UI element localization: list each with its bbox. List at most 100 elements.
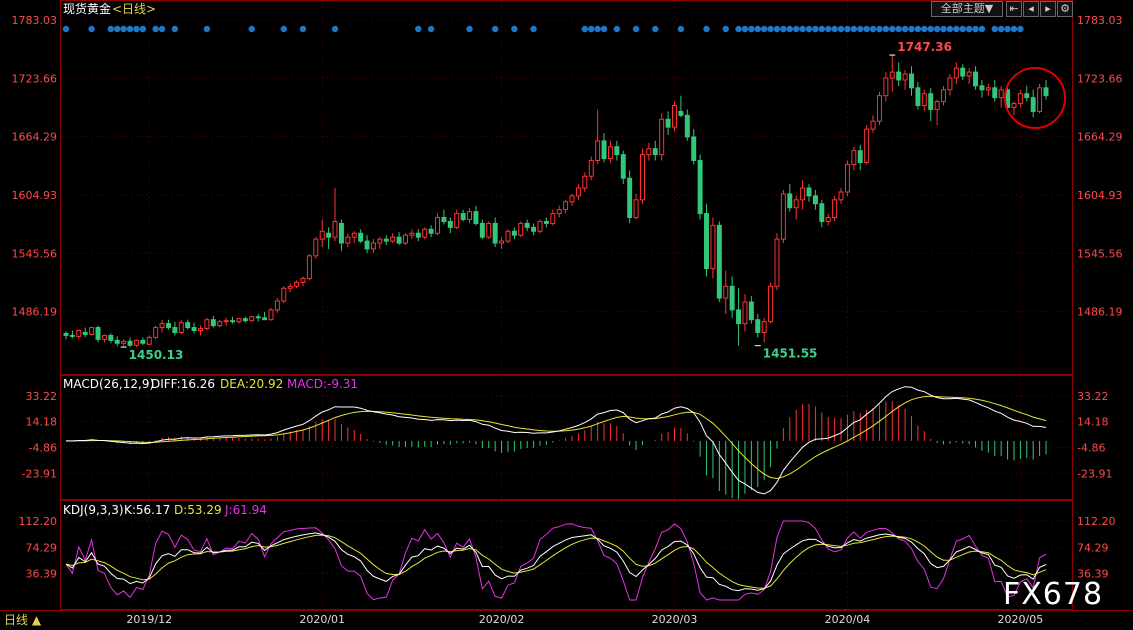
candle-up xyxy=(659,118,665,156)
event-dot xyxy=(1004,25,1011,33)
candle-down xyxy=(524,222,530,228)
price-tick-label-left: 1545.56 xyxy=(12,247,58,260)
candle-up xyxy=(793,199,799,209)
event-dot xyxy=(1010,25,1018,33)
first-page-icon[interactable]: ⇤ xyxy=(1006,1,1022,17)
candle-up xyxy=(178,322,184,333)
candle-down xyxy=(460,213,466,220)
x-tick-label: 2020/02 xyxy=(479,613,525,626)
candle-up xyxy=(467,211,473,220)
candle-up xyxy=(838,191,844,201)
candle-down xyxy=(992,87,998,99)
event-dot xyxy=(857,25,864,33)
candle-up xyxy=(742,301,748,325)
candle-up xyxy=(274,300,280,311)
footer-period-tab[interactable]: 日线 ▲ xyxy=(4,613,42,627)
event-dot xyxy=(427,25,435,33)
event-dot xyxy=(581,25,589,33)
candle-down xyxy=(857,150,863,163)
candle-up xyxy=(422,228,428,238)
price-tick-label-left: 1723.66 xyxy=(12,72,58,85)
kdj-plot xyxy=(65,520,1047,601)
event-dot xyxy=(748,25,755,33)
candle-up xyxy=(563,201,569,211)
candle-up xyxy=(281,287,287,302)
candle-down xyxy=(479,222,485,238)
settings-icon[interactable]: ⚙ xyxy=(1057,1,1073,17)
price-panel-frame xyxy=(60,0,1073,375)
event-dot xyxy=(914,25,922,33)
theme-select-button[interactable]: 全部主题▼ xyxy=(931,1,1003,17)
candle-down xyxy=(697,160,703,215)
candle-up xyxy=(153,327,159,338)
candle-down xyxy=(69,334,75,337)
macd-tick-label-left: -4.86 xyxy=(29,441,57,454)
event-dot xyxy=(511,25,518,33)
candle-up xyxy=(1037,87,1043,112)
extreme-label: 1451.55 xyxy=(763,347,818,361)
event-dot xyxy=(818,25,826,33)
candle-up xyxy=(966,71,972,77)
candle-down xyxy=(428,228,434,234)
macd-tick-label-left: -23.91 xyxy=(22,467,57,480)
macd-title: MACD(26,12,9) xyxy=(63,377,154,391)
candle-down xyxy=(262,317,268,321)
candle-up xyxy=(569,195,575,203)
candle-down xyxy=(665,118,671,128)
event-dot xyxy=(792,25,800,33)
candle-up xyxy=(934,101,940,110)
candle-up xyxy=(921,93,927,107)
dea-readout: DEA:20.92 xyxy=(220,377,283,391)
d-line xyxy=(65,534,1047,589)
candle-up xyxy=(595,140,601,162)
event-dot xyxy=(62,25,70,33)
event-dot xyxy=(588,25,595,33)
candle-down xyxy=(108,334,114,341)
next-page-icon[interactable]: ▸ xyxy=(1040,1,1056,17)
candle-up xyxy=(313,238,319,257)
macd-plot xyxy=(65,386,1047,499)
event-dot xyxy=(139,25,147,33)
candle-up xyxy=(710,224,716,270)
event-dot xyxy=(760,25,768,33)
candle-up xyxy=(832,199,838,219)
candle-up xyxy=(607,146,613,160)
candle-up xyxy=(985,87,991,91)
candle-up xyxy=(121,340,127,344)
period-label[interactable]: <日线> xyxy=(112,2,156,16)
d-readout: D:53.29 xyxy=(174,503,222,517)
kdj-tick-label-right: 74.29 xyxy=(1077,541,1109,554)
candle-up xyxy=(294,281,300,287)
chart-canvas: 1783.03 1723.66 1664.29 1604.93 1545.56 1486.… xyxy=(0,0,1133,627)
price-tick-label-right: 1545.56 xyxy=(1077,247,1123,260)
candle-up xyxy=(390,236,396,242)
candle-up xyxy=(146,336,152,345)
price-tick-label-right: 1723.66 xyxy=(1077,72,1123,85)
candle-down xyxy=(973,71,979,87)
event-dot xyxy=(158,25,166,33)
candle-down xyxy=(915,87,921,107)
event-dot xyxy=(882,25,890,33)
event-dot xyxy=(530,25,537,33)
candle-up xyxy=(883,77,889,97)
price-tick-label-left: 1664.29 xyxy=(12,131,58,144)
event-dot xyxy=(203,25,211,33)
event-dot xyxy=(953,25,960,33)
event-dot xyxy=(703,25,710,33)
event-dots xyxy=(62,25,1024,33)
candle-up xyxy=(947,77,953,91)
candle-up xyxy=(159,323,165,329)
candle-up xyxy=(76,330,82,337)
candle-down xyxy=(960,67,966,77)
event-dot xyxy=(107,25,115,33)
x-tick-label: 2019/12 xyxy=(126,613,172,626)
k-line xyxy=(65,532,1047,592)
event-dot xyxy=(889,25,896,33)
prev-page-icon[interactable]: ◂ xyxy=(1023,1,1039,17)
candle-down xyxy=(819,203,825,222)
event-dot xyxy=(600,25,608,33)
event-dot xyxy=(933,25,941,33)
candle-up xyxy=(582,175,588,189)
event-dot xyxy=(677,25,685,33)
candle-down xyxy=(447,220,453,228)
